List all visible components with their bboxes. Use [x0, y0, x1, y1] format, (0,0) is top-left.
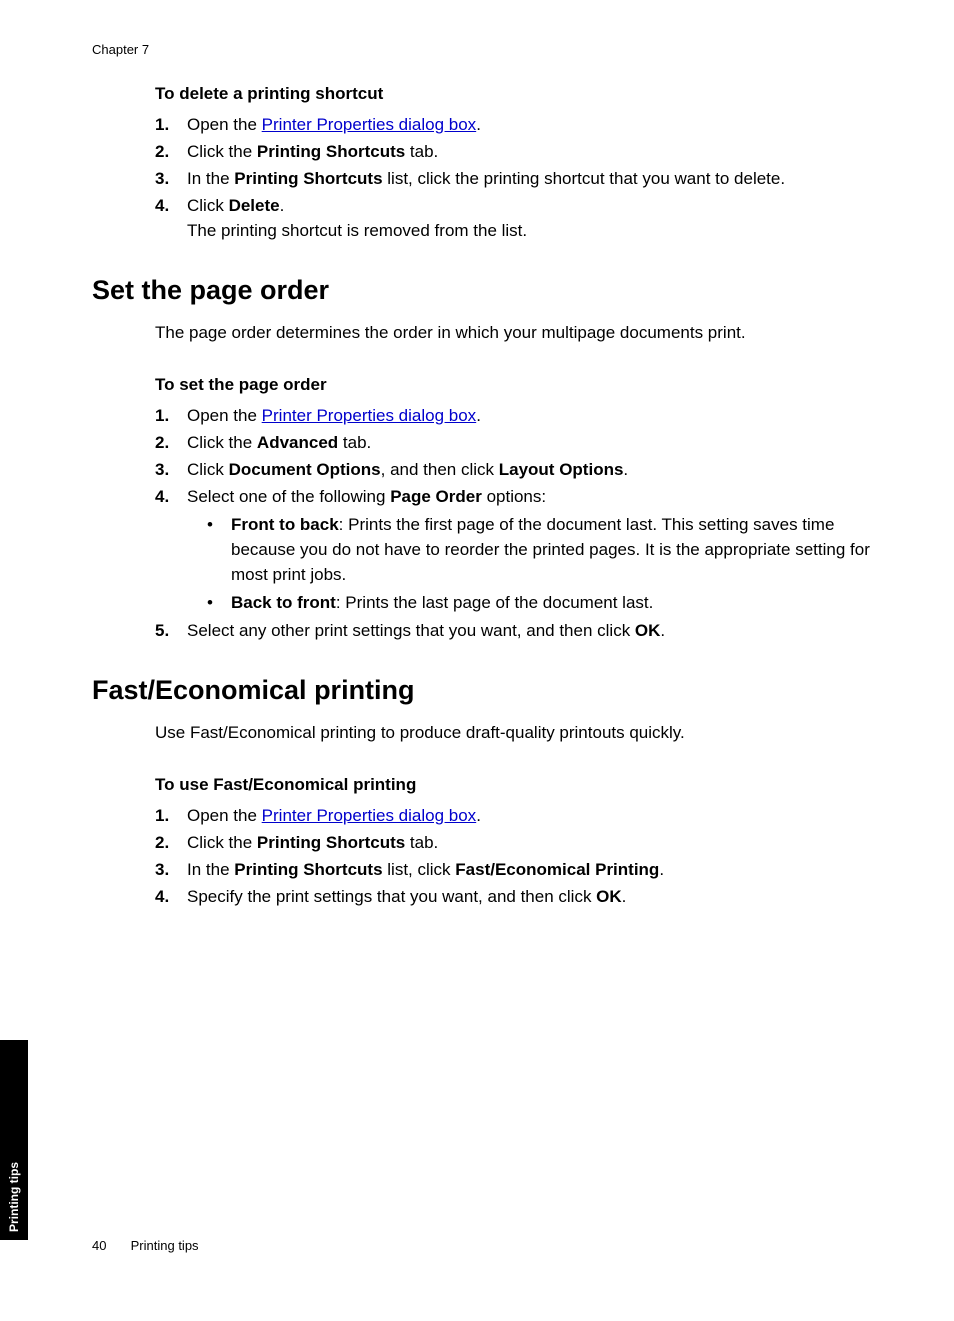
- bold-text: Document Options: [229, 460, 381, 479]
- text: .: [622, 887, 627, 906]
- text: list, click the printing shortcut that y…: [383, 169, 786, 188]
- steps-fast-economical: Open the Printer Properties dialog box. …: [155, 803, 872, 909]
- text: tab.: [405, 142, 438, 161]
- step-3: In the Printing Shortcuts list, click Fa…: [155, 857, 872, 882]
- chapter-header: Chapter 7: [92, 42, 149, 57]
- text: .: [280, 196, 285, 215]
- link-printer-properties[interactable]: Printer Properties dialog box: [262, 406, 477, 425]
- text: In the: [187, 860, 234, 879]
- text: Click: [187, 196, 229, 215]
- heading-fast-economical: Fast/Economical printing: [92, 675, 872, 706]
- page: Chapter 7 To delete a printing shortcut …: [0, 0, 954, 1321]
- step-2: Click the Advanced tab.: [155, 430, 872, 455]
- page-order-options: Front to back: Prints the first page of …: [207, 512, 872, 615]
- bold-text: Front to back: [231, 515, 339, 534]
- steps-set-page-order: Open the Printer Properties dialog box. …: [155, 403, 872, 643]
- text: , and then click: [381, 460, 499, 479]
- footer-title: Printing tips: [131, 1238, 199, 1253]
- step-2: Click the Printing Shortcuts tab.: [155, 830, 872, 855]
- text: Open the: [187, 115, 262, 134]
- main-content: To delete a printing shortcut Open the P…: [92, 82, 872, 911]
- text: tab.: [338, 433, 371, 452]
- text: Click: [187, 460, 229, 479]
- text: .: [660, 621, 665, 640]
- text: .: [623, 460, 628, 479]
- text: Open the: [187, 806, 262, 825]
- step-note: The printing shortcut is removed from th…: [187, 218, 872, 243]
- text: Select any other print settings that you…: [187, 621, 635, 640]
- step-4: Select one of the following Page Order o…: [155, 484, 872, 615]
- text: list, click: [383, 860, 456, 879]
- bold-text: Page Order: [390, 487, 482, 506]
- text: Specify the print settings that you want…: [187, 887, 596, 906]
- text: .: [476, 115, 481, 134]
- bold-text: Advanced: [257, 433, 338, 452]
- text: .: [476, 806, 481, 825]
- step-3: In the Printing Shortcuts list, click th…: [155, 166, 872, 191]
- bold-text: OK: [596, 887, 622, 906]
- bold-text: OK: [635, 621, 661, 640]
- bold-text: Printing Shortcuts: [234, 860, 382, 879]
- text: .: [476, 406, 481, 425]
- bold-text: Fast/Economical Printing: [455, 860, 659, 879]
- text: Click the: [187, 142, 257, 161]
- bullet-front-to-back: Front to back: Prints the first page of …: [207, 512, 872, 587]
- side-tab: Printing tips: [0, 1040, 28, 1240]
- bold-text: Back to front: [231, 593, 336, 612]
- text: tab.: [405, 833, 438, 852]
- text: .: [659, 860, 664, 879]
- subheading-set-page-order: To set the page order: [155, 375, 872, 395]
- step-5: Select any other print settings that you…: [155, 618, 872, 643]
- text: : Prints the last page of the document l…: [336, 593, 654, 612]
- heading-delete-shortcut: To delete a printing shortcut: [155, 84, 872, 104]
- link-printer-properties[interactable]: Printer Properties dialog box: [262, 806, 477, 825]
- text: Select one of the following: [187, 487, 390, 506]
- step-4: Specify the print settings that you want…: [155, 884, 872, 909]
- step-1: Open the Printer Properties dialog box.: [155, 112, 872, 137]
- heading-set-page-order: Set the page order: [92, 275, 872, 306]
- text: Click the: [187, 833, 257, 852]
- link-printer-properties[interactable]: Printer Properties dialog box: [262, 115, 477, 134]
- side-tab-label: Printing tips: [7, 1162, 21, 1232]
- step-1: Open the Printer Properties dialog box.: [155, 403, 872, 428]
- bold-text: Printing Shortcuts: [257, 142, 405, 161]
- intro-text: Use Fast/Economical printing to produce …: [155, 720, 872, 745]
- bold-text: Printing Shortcuts: [257, 833, 405, 852]
- intro-text: The page order determines the order in w…: [155, 320, 872, 345]
- subheading-fast-economical: To use Fast/Economical printing: [155, 775, 872, 795]
- page-number: 40: [92, 1238, 127, 1253]
- step-1: Open the Printer Properties dialog box.: [155, 803, 872, 828]
- steps-delete-shortcut: Open the Printer Properties dialog box. …: [155, 112, 872, 243]
- bold-text: Printing Shortcuts: [234, 169, 382, 188]
- footer: 40 Printing tips: [92, 1238, 199, 1253]
- text: options:: [482, 487, 546, 506]
- text: Open the: [187, 406, 262, 425]
- text: Click the: [187, 433, 257, 452]
- bullet-back-to-front: Back to front: Prints the last page of t…: [207, 590, 872, 615]
- text: In the: [187, 169, 234, 188]
- bold-text: Delete: [229, 196, 280, 215]
- step-3: Click Document Options, and then click L…: [155, 457, 872, 482]
- step-2: Click the Printing Shortcuts tab.: [155, 139, 872, 164]
- step-4: Click Delete. The printing shortcut is r…: [155, 193, 872, 243]
- bold-text: Layout Options: [499, 460, 624, 479]
